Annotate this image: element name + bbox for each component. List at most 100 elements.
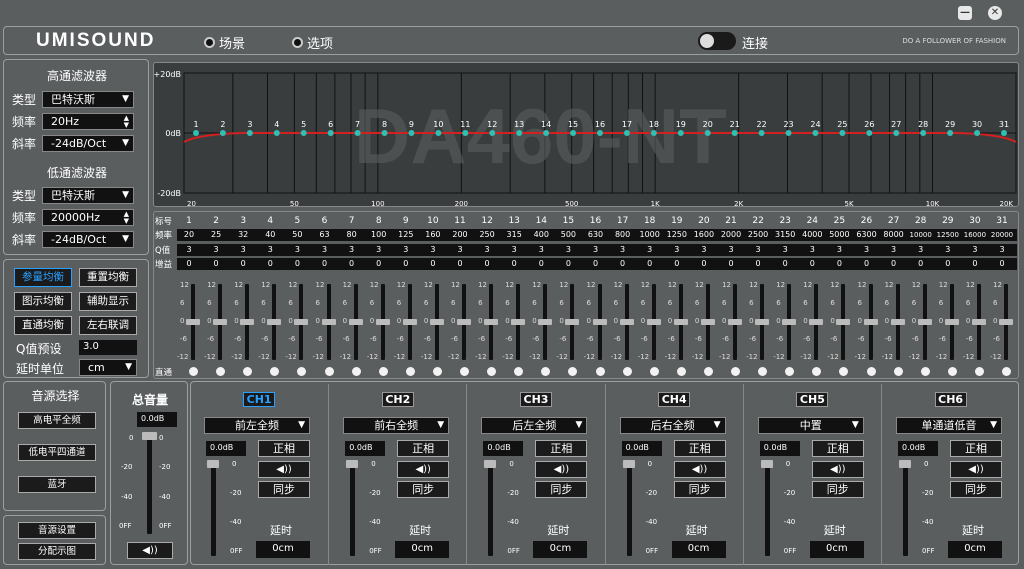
band-point[interactable] <box>866 130 873 136</box>
table-cell[interactable]: 100 <box>366 229 392 241</box>
table-cell[interactable]: 1600 <box>691 229 717 241</box>
table-cell[interactable]: 0 <box>637 258 663 270</box>
channel-volume-thumb[interactable] <box>484 460 497 468</box>
sync-button[interactable]: 同步 <box>811 481 864 498</box>
table-cell[interactable]: 3 <box>691 244 717 256</box>
table-cell[interactable]: 500 <box>555 229 581 241</box>
table-cell[interactable]: 400 <box>528 229 554 241</box>
lr-link-button[interactable]: 左右联调 <box>79 316 137 335</box>
band-gain-thumb[interactable] <box>944 319 959 325</box>
table-cell[interactable]: 0 <box>257 258 283 270</box>
band-point[interactable] <box>623 130 630 136</box>
highpass-slope-select[interactable]: -24dB/Oct ▼ <box>42 135 134 152</box>
channel-volume-thumb[interactable] <box>622 460 635 468</box>
band-point[interactable] <box>273 130 280 136</box>
band-point[interactable] <box>354 130 361 136</box>
bypass-toggle[interactable] <box>378 367 388 376</box>
table-cell[interactable]: 0 <box>393 258 419 270</box>
table-cell[interactable]: 3 <box>474 244 500 256</box>
band-gain-thumb[interactable] <box>348 319 363 325</box>
band-gain-thumb[interactable] <box>782 319 797 325</box>
table-cell[interactable]: 0 <box>339 258 365 270</box>
table-cell[interactable]: 3 <box>772 244 798 256</box>
band-gain-thumb[interactable] <box>321 319 336 325</box>
table-cell[interactable]: 0 <box>881 258 907 270</box>
band-point[interactable] <box>462 130 469 136</box>
table-cell[interactable]: 0 <box>366 258 392 270</box>
band-gain-thumb[interactable] <box>836 319 851 325</box>
table-cell[interactable]: 1000 <box>637 229 663 241</box>
band-point[interactable] <box>381 130 388 136</box>
table-cell[interactable]: 630 <box>583 229 609 241</box>
band-point[interactable] <box>974 130 981 136</box>
band-gain-thumb[interactable] <box>538 319 553 325</box>
reset-eq-button[interactable]: 重置均衡 <box>79 268 137 287</box>
band-point[interactable] <box>570 130 577 136</box>
bypass-toggle[interactable] <box>595 367 605 376</box>
band-point[interactable] <box>704 130 711 136</box>
stepper-arrows-icon[interactable]: ▲ ▼ <box>124 115 129 129</box>
table-cell[interactable]: 3 <box>664 244 690 256</box>
close-button[interactable]: ✕ <box>988 6 1002 20</box>
table-cell[interactable]: 250 <box>474 229 500 241</box>
table-cell[interactable]: 3 <box>339 244 365 256</box>
channel-mute-button[interactable]: ◀)) <box>811 461 864 478</box>
table-cell[interactable]: 0 <box>799 258 825 270</box>
master-volume-slider[interactable] <box>147 434 152 534</box>
channel-tab[interactable]: CH1 <box>243 392 276 407</box>
band-gain-thumb[interactable] <box>999 319 1013 325</box>
phase-button[interactable]: 正相 <box>950 440 1002 457</box>
table-cell[interactable]: 0 <box>176 258 202 270</box>
table-cell[interactable]: 0 <box>826 258 852 270</box>
table-cell[interactable]: 3 <box>447 244 473 256</box>
table-cell[interactable]: 0 <box>528 258 554 270</box>
band-gain-thumb[interactable] <box>755 319 770 325</box>
table-cell[interactable]: 3 <box>962 244 988 256</box>
channel-volume-thumb[interactable] <box>899 460 911 468</box>
table-cell[interactable]: 8000 <box>881 229 907 241</box>
table-cell[interactable]: 0 <box>230 258 256 270</box>
q-preset-input[interactable]: 3.0 <box>79 340 137 355</box>
channel-tab[interactable]: CH5 <box>796 392 829 407</box>
bypass-toggle[interactable] <box>758 367 768 376</box>
table-cell[interactable]: 0 <box>664 258 690 270</box>
bypass-toggle[interactable] <box>460 367 469 376</box>
minimize-button[interactable]: — <box>958 6 972 20</box>
table-cell[interactable]: 3 <box>230 244 256 256</box>
channel-volume-thumb[interactable] <box>207 460 219 468</box>
source-low-level-button[interactable]: 低电平四通道 <box>18 444 96 461</box>
delay-input[interactable]: 0cm <box>533 541 588 558</box>
band-point[interactable] <box>731 130 738 136</box>
table-cell[interactable]: 0 <box>691 258 717 270</box>
channel-tab[interactable]: CH6 <box>934 392 967 407</box>
table-cell[interactable]: 0 <box>772 258 798 270</box>
band-gain-thumb[interactable] <box>267 319 282 325</box>
bypass-toggle[interactable] <box>974 367 984 376</box>
bypass-toggle[interactable] <box>297 367 307 376</box>
band-point[interactable] <box>785 130 792 136</box>
table-cell[interactable]: 5000 <box>826 229 852 241</box>
channel-volume-thumb[interactable] <box>346 460 359 468</box>
channel-assign-select[interactable]: 后右全频 ▼ <box>619 417 726 434</box>
bypass-toggle[interactable] <box>649 367 659 376</box>
table-cell[interactable]: 20000 <box>989 229 1015 241</box>
bypass-toggle[interactable] <box>893 367 903 376</box>
bypass-toggle[interactable] <box>270 367 280 376</box>
channel-mute-button[interactable]: ◀)) <box>258 461 310 478</box>
delay-unit-select[interactable]: cm ▼ <box>79 359 137 376</box>
bypass-toggle[interactable] <box>812 367 822 376</box>
table-cell[interactable]: 800 <box>610 229 636 241</box>
bypass-toggle[interactable] <box>324 367 334 376</box>
table-cell[interactable]: 3150 <box>772 229 798 241</box>
bypass-toggle[interactable] <box>216 367 226 376</box>
band-gain-thumb[interactable] <box>863 319 878 325</box>
lowpass-slope-select[interactable]: -24dB/Oct ▼ <box>42 231 134 248</box>
band-point[interactable] <box>300 130 307 136</box>
sync-button[interactable]: 同步 <box>397 481 450 498</box>
lowpass-type-select[interactable]: 巴特沃斯 ▼ <box>42 187 134 204</box>
table-cell[interactable]: 3 <box>854 244 880 256</box>
bypass-toggle[interactable] <box>785 367 795 376</box>
table-cell[interactable]: 3 <box>528 244 554 256</box>
table-cell[interactable]: 3 <box>420 244 446 256</box>
table-cell[interactable]: 3 <box>908 244 934 256</box>
